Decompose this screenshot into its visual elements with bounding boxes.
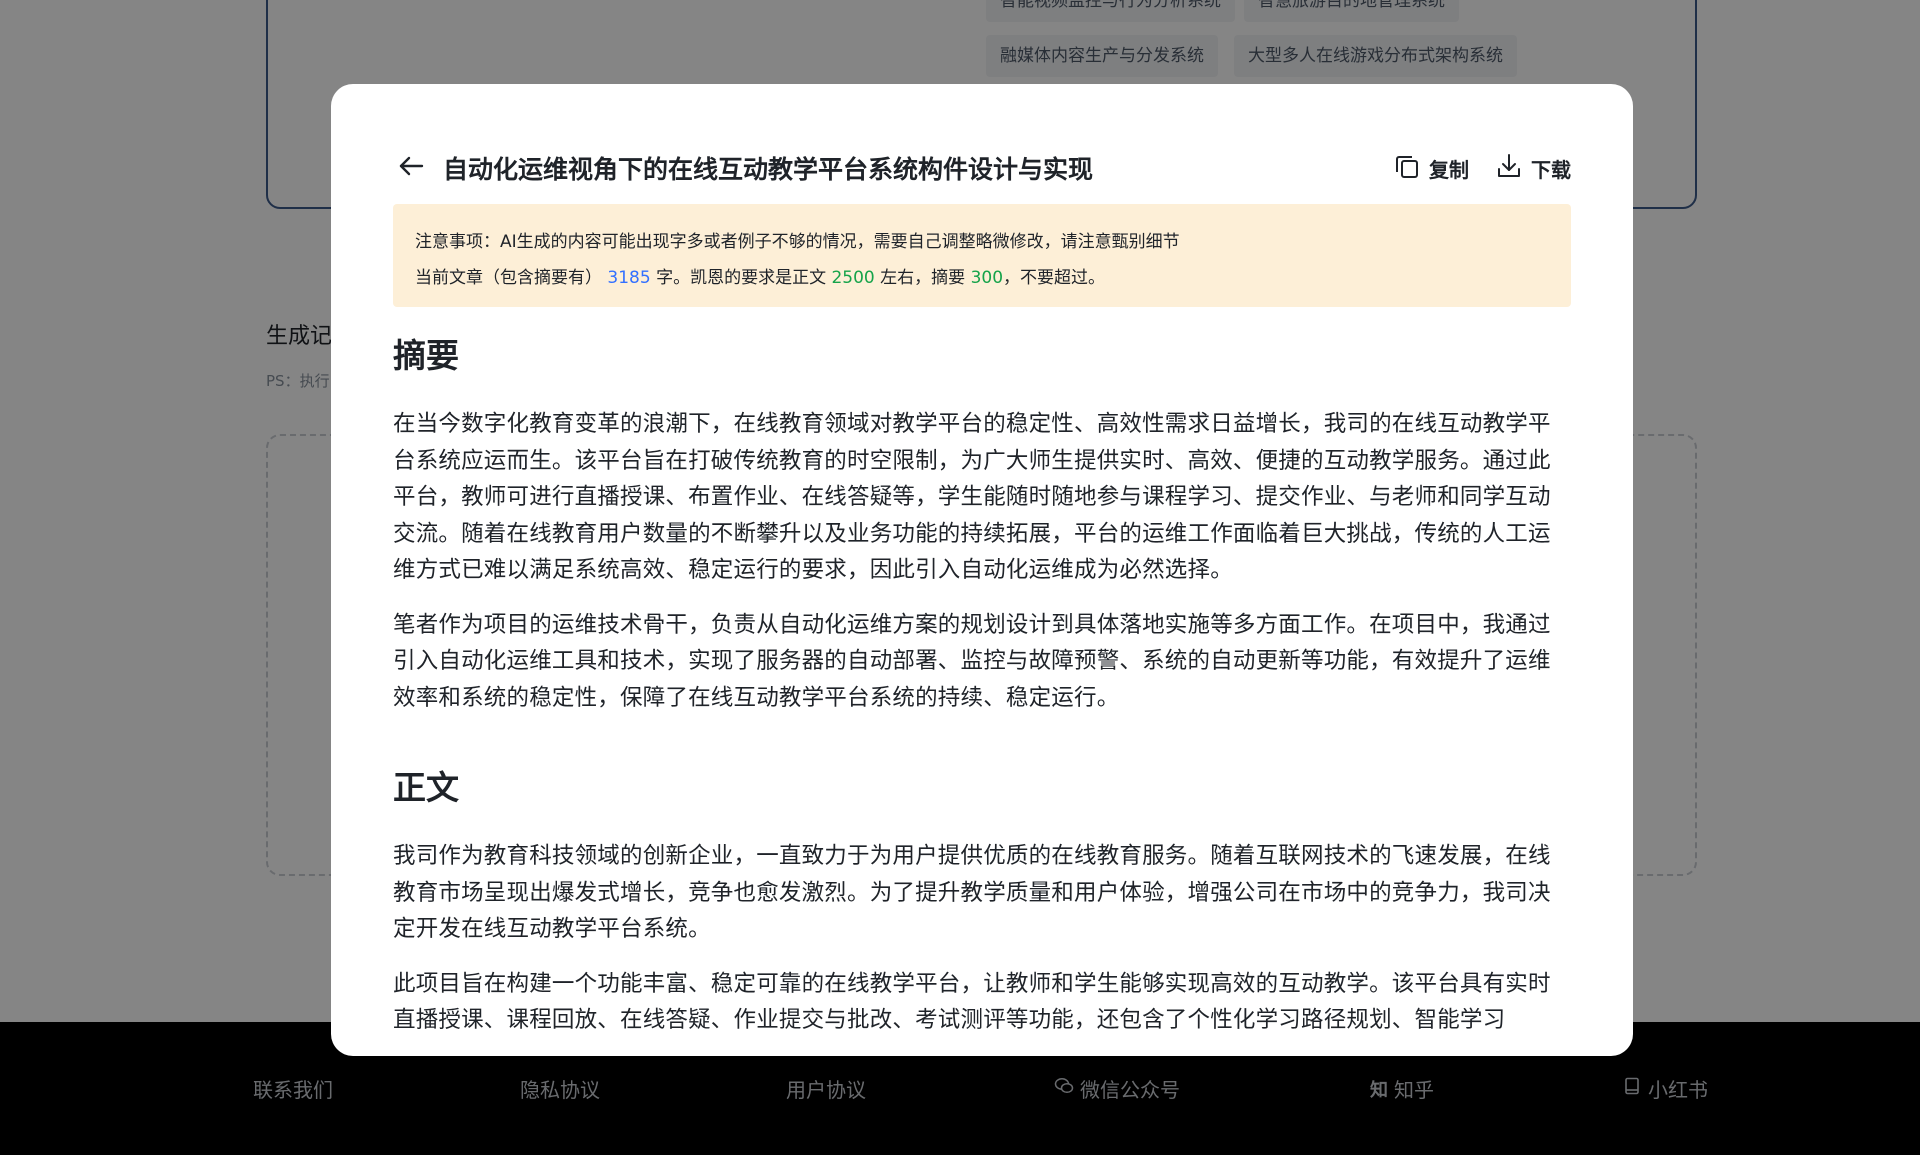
download-icon xyxy=(1495,152,1523,185)
copy-icon xyxy=(1393,152,1421,185)
abstract-heading: 摘要 xyxy=(393,336,459,375)
notice-line-2: 当前文章（包含摘要有） 3185 字。凯恩的要求是正文 2500 左右，摘要 3… xyxy=(415,260,1549,296)
abstract-paragraph: 在当今数字化教育变革的浪潮下，在线教育领域对教学平台的稳定性、高效性需求日益增长… xyxy=(393,411,1551,583)
notice-text: ，不要超过。 xyxy=(1003,268,1106,288)
modal-header: 自动化运维视角下的在线互动教学平台系统构件设计与实现 复制 下载 xyxy=(393,144,1571,192)
notice-text: 当前文章（包含摘要有） xyxy=(415,268,602,288)
article-modal: 自动化运维视角下的在线互动教学平台系统构件设计与实现 复制 下载 注意事项：AI… xyxy=(331,84,1633,1056)
modal-title: 自动化运维视角下的在线互动教学平台系统构件设计与实现 xyxy=(443,155,1094,184)
copy-button[interactable]: 复制 xyxy=(1393,152,1469,185)
abstract-paragraph: 笔者作为项目的运维技术骨干，负责从自动化运维方案的规划设计到具体落地实施等多方面… xyxy=(393,611,1551,711)
body-heading: 正文 xyxy=(393,768,459,807)
arrow-left-icon xyxy=(396,151,426,185)
article-content[interactable]: 摘要 在当今数字化教育变革的浪潮下，在线教育领域对教学平台的稳定性、高效性需求日… xyxy=(393,324,1571,1056)
notice-text: 左右，摘要 xyxy=(880,268,966,288)
back-button[interactable] xyxy=(393,150,429,186)
copy-label: 复制 xyxy=(1429,157,1469,182)
download-label: 下载 xyxy=(1531,157,1571,182)
download-button[interactable]: 下载 xyxy=(1495,152,1571,185)
body-target-count: 2500 xyxy=(831,268,875,288)
abstract-target-count: 300 xyxy=(970,268,1004,288)
header-actions: 复制 下载 xyxy=(1393,152,1571,185)
notice-banner: 注意事项：AI生成的内容可能出现字多或者例子不够的情况，需要自己调整略微修改，请… xyxy=(393,204,1571,307)
word-count: 3185 xyxy=(607,268,651,288)
body-paragraph: 我司作为教育科技领域的创新企业，一直致力于为用户提供优质的在线教育服务。随着互联… xyxy=(393,843,1551,942)
notice-text: 字。凯恩的要求是正文 xyxy=(656,268,827,288)
notice-line-1: 注意事项：AI生成的内容可能出现字多或者例子不够的情况，需要自己调整略微修改，请… xyxy=(415,232,1180,252)
body-paragraph: 此项目旨在构建一个功能丰富、稳定可靠的在线教学平台，让教师和学生能够实现高效的互… xyxy=(393,970,1551,1034)
